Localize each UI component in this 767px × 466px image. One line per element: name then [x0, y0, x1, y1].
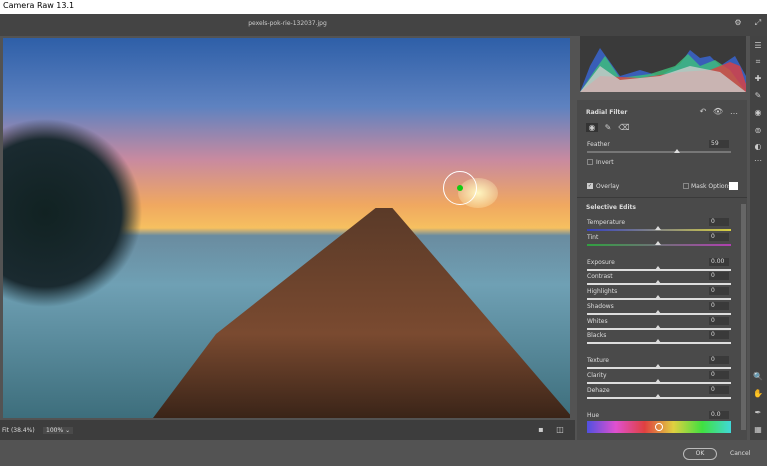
filename: pexels-pok-rie-132037.jpg — [248, 20, 327, 27]
radial-filter-pin[interactable] — [457, 185, 463, 191]
zoom-fit[interactable]: Fit (38.4%) — [2, 427, 35, 434]
shadows-label: Shadows — [587, 303, 614, 310]
tint-value[interactable]: 0 — [709, 233, 729, 241]
temperature-value[interactable]: 0 — [709, 218, 729, 226]
zoom-icon[interactable]: 🔍 — [752, 372, 764, 381]
presets-icon[interactable]: ◐ — [752, 142, 764, 151]
panel-scrollbar[interactable] — [741, 204, 746, 430]
edit-panel: Radial Filter ↶ 👁 … ◉ ✎ ⌫ Feather 59 Inv… — [577, 100, 747, 440]
texture-value[interactable]: 0 — [709, 356, 729, 364]
texture-thumb[interactable] — [655, 364, 661, 368]
eraser-icon[interactable]: ⌫ — [618, 123, 630, 132]
gear-icon[interactable]: ⚙ — [732, 18, 744, 27]
dehaze-value[interactable]: 0 — [709, 386, 729, 394]
exposure-label: Exposure — [587, 259, 615, 266]
edit-sliders-icon[interactable]: ☰ — [752, 41, 764, 50]
trees — [3, 118, 143, 308]
tool-rail: ☰ ⌗ ✚ ✎ ◉ ⊚ ◐ ⋯ 🔍 ✋ ✒ ▦ — [750, 36, 767, 440]
highlights-value[interactable]: 0 — [709, 287, 729, 295]
whites-thumb[interactable] — [655, 325, 661, 329]
adjustment-brush-icon[interactable]: ✎ — [752, 91, 764, 100]
eyedropper-icon[interactable]: ✒ — [752, 408, 764, 417]
overlay-checkbox[interactable]: ✓ — [587, 183, 593, 189]
hue-value[interactable]: 0.0 — [709, 411, 729, 419]
highlights-thumb[interactable] — [655, 295, 661, 299]
cancel-button[interactable]: Cancel — [730, 450, 750, 457]
highlights-label: Highlights — [587, 288, 618, 295]
mask-options-checkbox[interactable] — [683, 183, 689, 189]
histogram — [580, 36, 746, 92]
crop-icon[interactable]: ⌗ — [752, 57, 764, 67]
exposure-thumb[interactable] — [655, 266, 661, 270]
divider — [577, 197, 747, 198]
contrast-thumb[interactable] — [655, 280, 661, 284]
photo-preview[interactable] — [3, 38, 570, 418]
expand-icon[interactable]: ⤢ — [752, 18, 764, 28]
blacks-value[interactable]: 0 — [709, 331, 729, 339]
app-title: Camera Raw 13.1 — [3, 1, 75, 10]
hue-thumb[interactable] — [655, 423, 663, 431]
contrast-value[interactable]: 0 — [709, 272, 729, 280]
shadows-thumb[interactable] — [655, 310, 661, 314]
clarity-thumb[interactable] — [655, 379, 661, 383]
blacks-thumb[interactable] — [655, 339, 661, 343]
footer: OK Cancel — [0, 440, 767, 466]
feather-value[interactable]: 59 — [709, 140, 729, 148]
pier — [153, 208, 570, 418]
texture-label: Texture — [587, 357, 609, 364]
before-after-icon[interactable]: ◫ — [554, 425, 566, 434]
feather-slider[interactable] — [587, 151, 731, 153]
ok-button[interactable]: OK — [683, 448, 717, 460]
radial-filter-icon[interactable]: ◉ — [752, 108, 764, 117]
red-eye-icon[interactable]: ⊚ — [752, 126, 764, 135]
hue-label: Hue — [587, 412, 600, 419]
radial-filter-title: Radial Filter — [586, 109, 628, 116]
shadows-value[interactable]: 0 — [709, 302, 729, 310]
exposure-value[interactable]: 0.00 — [709, 258, 729, 266]
histogram-graph — [580, 48, 746, 92]
feather-thumb[interactable] — [674, 149, 680, 153]
zoom-level: 100% — [46, 427, 64, 434]
title-bar: Camera Raw 13.1 — [0, 0, 767, 14]
clarity-label: Clarity — [587, 372, 607, 379]
tint-thumb[interactable] — [655, 241, 661, 245]
dehaze-thumb[interactable] — [655, 394, 661, 398]
feather-label: Feather — [587, 141, 610, 148]
whites-value[interactable]: 0 — [709, 317, 729, 325]
selective-edits-title: Selective Edits — [586, 204, 636, 211]
mask-color-swatch[interactable] — [729, 182, 738, 190]
dehaze-label: Dehaze — [587, 387, 610, 394]
single-view-icon[interactable]: ▪ — [535, 425, 547, 434]
healing-brush-icon[interactable]: ✚ — [752, 74, 764, 83]
brush-icon[interactable]: ✎ — [602, 123, 614, 132]
more-icon[interactable]: ⋯ — [752, 156, 764, 165]
temperature-label: Temperature — [587, 219, 626, 226]
more-icon[interactable]: … — [728, 107, 740, 116]
invert-checkbox[interactable] — [587, 159, 593, 165]
grid-icon[interactable]: ▦ — [752, 425, 764, 434]
visibility-eye-icon[interactable]: 👁 — [712, 107, 724, 116]
mask-options-label: Mask Options — [691, 183, 732, 190]
overlay-label: Overlay — [596, 183, 620, 190]
clarity-value[interactable]: 0 — [709, 371, 729, 379]
blacks-label: Blacks — [587, 332, 607, 339]
temperature-thumb[interactable] — [655, 226, 661, 230]
hand-icon[interactable]: ✋ — [752, 389, 764, 398]
whites-label: Whites — [587, 318, 608, 325]
tint-label: Tint — [587, 234, 599, 241]
reset-icon[interactable]: ↶ — [697, 107, 709, 116]
contrast-label: Contrast — [587, 273, 613, 280]
new-radial-icon[interactable]: ◉ — [586, 123, 598, 132]
canvas-bottom-bar: Fit (38.4%) 100% ⌄ ▪ ◫ — [0, 420, 575, 440]
top-bar: pexels-pok-rie-132037.jpg ⚙ ⤢ — [0, 14, 767, 36]
zoom-level-select[interactable]: 100% ⌄ — [43, 427, 74, 434]
invert-label: Invert — [596, 159, 614, 166]
